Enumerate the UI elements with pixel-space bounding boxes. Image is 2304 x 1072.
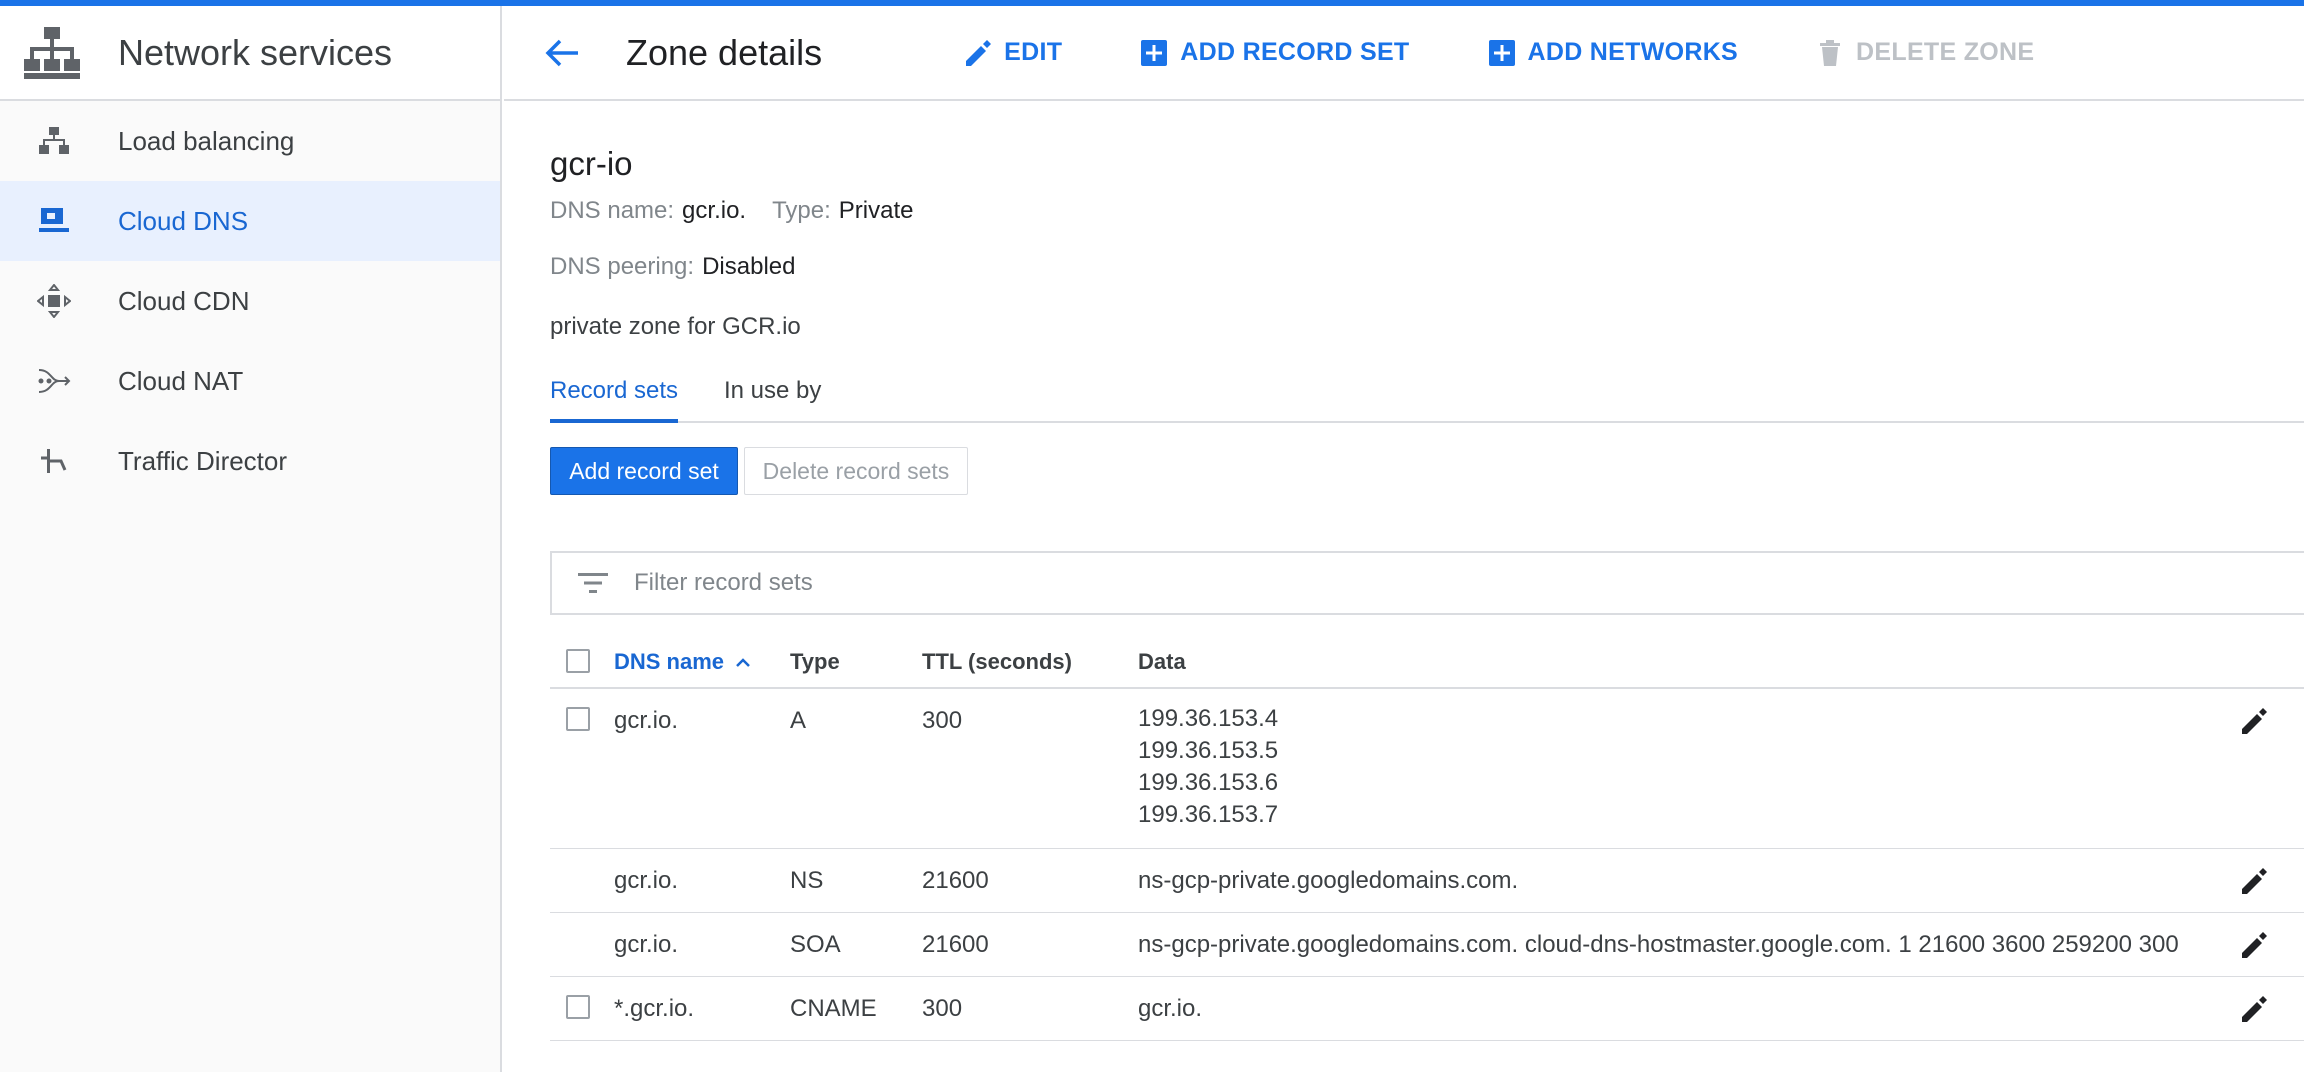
- row-data-value: 199.36.153.5: [1138, 737, 1279, 764]
- row-type: SOA: [790, 931, 841, 958]
- column-header-label: DNS name: [614, 649, 725, 674]
- row-data-value: 199.36.153.7: [1138, 801, 1279, 828]
- delete-record-sets-button[interactable]: Delete record sets: [744, 447, 968, 495]
- select-all-checkbox[interactable]: [566, 649, 590, 673]
- cloud-dns-icon: [34, 201, 74, 241]
- page-title: Zone details: [626, 31, 823, 73]
- type-label: Type:: [772, 197, 831, 224]
- table-row: *.gcr.io. CNAME 300 gcr.io.: [550, 977, 2304, 1041]
- sidebar-item-label: Cloud DNS: [118, 205, 249, 236]
- row-data: 199.36.153.4 199.36.153.5 199.36.153.6 1…: [1138, 703, 1278, 831]
- table-row: gcr.io. SOA 21600 ns-gcp-private.googled…: [550, 913, 2304, 977]
- column-header-data[interactable]: Data: [1138, 649, 1186, 675]
- row-data-value: 199.36.153.4: [1138, 705, 1279, 732]
- row-type: NS: [790, 867, 824, 894]
- edit-button[interactable]: EDIT: [962, 37, 1062, 69]
- table-row: gcr.io. NS 21600 ns-gcp-private.googledo…: [550, 849, 2304, 913]
- row-ttl: 300: [922, 995, 963, 1022]
- sidebar-item-traffic-director[interactable]: Traffic Director: [0, 421, 500, 501]
- record-sets-table: DNS name Type TTL (seconds) Data gcr.io.…: [550, 631, 2304, 1041]
- column-header-ttl[interactable]: TTL (seconds): [922, 649, 1072, 675]
- back-arrow-icon[interactable]: [540, 31, 584, 75]
- row-checkbox[interactable]: [566, 995, 590, 1019]
- row-data-value: ns-gcp-private.googledomains.com. cloud-…: [1138, 931, 2179, 958]
- sidebar-header: Network services: [0, 6, 500, 101]
- delete-zone-label: DELETE ZONE: [1856, 38, 2035, 66]
- dns-name-label: DNS name:: [550, 197, 675, 224]
- sidebar-nav: Load balancing Cloud DNS Cloud CDN Cloud…: [0, 101, 500, 501]
- row-dns-name: *.gcr.io.: [614, 995, 695, 1022]
- sidebar-item-label: Traffic Director: [118, 445, 288, 476]
- row-type: CNAME: [790, 995, 877, 1022]
- add-record-set-header-label: ADD RECORD SET: [1180, 38, 1410, 66]
- row-dns-name: gcr.io.: [614, 931, 679, 958]
- filter-icon: [576, 566, 610, 600]
- sidebar-item-label: Cloud CDN: [118, 285, 250, 316]
- cloud-cdn-icon: [34, 281, 74, 321]
- sidebar-item-label: Cloud NAT: [118, 365, 244, 396]
- row-type: A: [790, 707, 807, 734]
- table-header-row: DNS name Type TTL (seconds) Data: [550, 631, 2304, 689]
- zone-name: gcr-io: [550, 145, 633, 182]
- sidebar-title: Network services: [118, 31, 393, 73]
- sidebar-item-load-balancing[interactable]: Load balancing: [0, 101, 500, 181]
- sidebar-item-cloud-nat[interactable]: Cloud NAT: [0, 341, 500, 421]
- edit-row-pencil-icon[interactable]: [2238, 993, 2270, 1025]
- zone-peering-row: DNS peering: Disabled: [550, 253, 821, 281]
- sort-ascending-icon: [736, 658, 750, 667]
- row-data-value: 199.36.153.6: [1138, 769, 1279, 796]
- edit-row-pencil-icon[interactable]: [2238, 705, 2270, 737]
- sidebar: Network services Load balancing Cloud DN…: [0, 6, 502, 1072]
- sidebar-item-cloud-cdn[interactable]: Cloud CDN: [0, 261, 500, 341]
- tab-record-sets[interactable]: Record sets: [550, 377, 679, 423]
- add-record-set-button[interactable]: Add record set: [550, 447, 738, 495]
- type-value: Private: [838, 197, 914, 224]
- sidebar-item-label: Load balancing: [118, 125, 295, 156]
- filter-bar: [550, 551, 2304, 615]
- sidebar-item-cloud-dns[interactable]: Cloud DNS: [0, 181, 500, 261]
- row-dns-name: gcr.io.: [614, 867, 679, 894]
- dns-name-value: gcr.io.: [682, 197, 747, 224]
- row-data-value: gcr.io.: [1138, 995, 1203, 1022]
- row-ttl: 21600: [922, 867, 989, 894]
- add-record-set-header-button[interactable]: ADD RECORD SET: [1138, 37, 1409, 69]
- tab-bar: Record sets In use by: [550, 363, 2304, 423]
- edit-row-pencil-icon[interactable]: [2238, 929, 2270, 961]
- add-networks-button[interactable]: ADD NETWORKS: [1486, 37, 1739, 69]
- table-row: gcr.io. A 300 199.36.153.4 199.36.153.5 …: [550, 689, 2304, 849]
- load-balancing-icon: [34, 121, 74, 161]
- dns-peering-value: Disabled: [702, 253, 796, 280]
- column-header-type[interactable]: Type: [790, 649, 840, 675]
- edit-button-label: EDIT: [1004, 38, 1063, 66]
- page-header: Zone details EDIT ADD RECORD SET ADD NET…: [504, 6, 2304, 101]
- column-header-dns-name[interactable]: DNS name: [614, 649, 752, 675]
- row-dns-name: gcr.io.: [614, 707, 679, 734]
- cloud-nat-icon: [34, 361, 74, 401]
- add-box-icon: [1486, 37, 1518, 69]
- add-box-icon: [1138, 37, 1170, 69]
- row-checkbox[interactable]: [566, 707, 590, 731]
- filter-record-sets-input[interactable]: [634, 569, 2134, 597]
- network-services-logo-icon: [24, 26, 80, 79]
- row-data-value: ns-gcp-private.googledomains.com.: [1138, 867, 1519, 894]
- zone-meta-row: DNS name: gcr.io. Type: Private: [550, 197, 939, 225]
- zone-description: private zone for GCR.io: [550, 313, 801, 340]
- add-networks-label: ADD NETWORKS: [1527, 38, 1739, 66]
- dns-peering-label: DNS peering:: [550, 253, 695, 280]
- pencil-icon: [962, 37, 994, 69]
- delete-zone-button[interactable]: DELETE ZONE: [1814, 37, 2034, 69]
- trash-icon: [1814, 37, 1846, 69]
- traffic-director-icon: [34, 441, 74, 481]
- tab-in-use-by[interactable]: In use by: [724, 377, 821, 423]
- edit-row-pencil-icon[interactable]: [2238, 865, 2270, 897]
- row-ttl: 21600: [922, 931, 989, 958]
- row-ttl: 300: [922, 707, 963, 734]
